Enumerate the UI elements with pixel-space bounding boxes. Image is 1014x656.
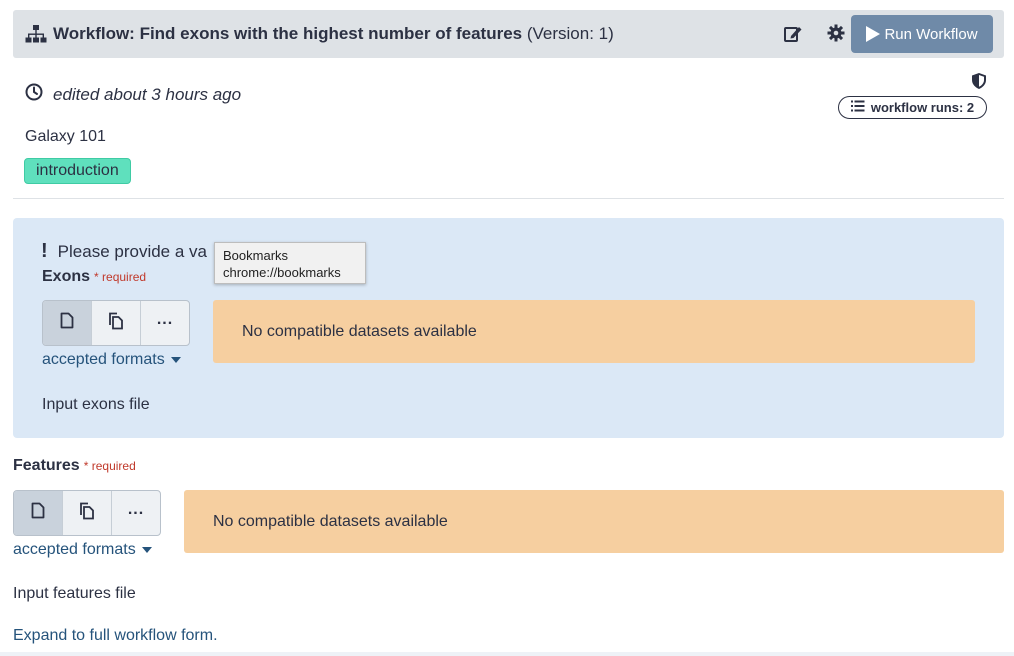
copy-icon [108, 312, 125, 335]
exons-no-data-warning: No compatible datasets available [213, 300, 975, 363]
run-workflow-button[interactable]: Run Workflow [851, 15, 993, 53]
features-no-data-warning: No compatible datasets available [184, 490, 1004, 553]
features-accepted-formats[interactable]: accepted formats [13, 541, 152, 559]
exons-accepted-formats[interactable]: accepted formats [42, 351, 181, 369]
required-text: required [91, 459, 136, 473]
no-data-text: No compatible datasets available [242, 322, 477, 340]
exclamation-icon: ! [41, 240, 48, 262]
exons-source-toggle: ... [42, 300, 190, 346]
ellipsis-icon: ... [156, 311, 174, 328]
multiple-datasets-button[interactable] [63, 491, 112, 535]
edited-text: edited about 3 hours ago [53, 84, 242, 104]
bookmarks-tooltip: Bookmarks chrome://bookmarks [214, 242, 366, 284]
exons-label: Exons * required [42, 268, 146, 286]
gear-icon[interactable] [827, 24, 849, 46]
accepted-formats-text: accepted formats [42, 351, 165, 368]
creator-name: Galaxy 101 [25, 128, 106, 145]
caret-down-icon [170, 357, 181, 363]
workflow-runs-badge[interactable]: workflow runs: 2 [838, 96, 987, 119]
edit-icon[interactable] [783, 24, 805, 46]
input-notice-text: Please provide a va [57, 241, 207, 261]
sitemap-icon [25, 24, 47, 44]
file-icon [31, 502, 45, 524]
run-workflow-label: Run Workflow [884, 25, 978, 43]
tooltip-title: Bookmarks [223, 248, 289, 263]
clock-icon [25, 83, 43, 106]
edited-info: edited about 3 hours ago [25, 83, 241, 106]
expand-full-form-link[interactable]: Expand to full workflow form. [13, 627, 218, 645]
required-marker: * required [94, 270, 147, 284]
caret-down-icon [141, 547, 152, 553]
features-label-text: Features [13, 457, 80, 474]
single-dataset-button[interactable] [43, 301, 92, 345]
workflow-version: (Version: 1) [526, 24, 614, 43]
features-label: Features * required [13, 457, 136, 475]
more-options-button[interactable]: ... [141, 301, 189, 345]
tooltip-url: chrome://bookmarks [223, 265, 341, 280]
features-help-text: Input features file [13, 585, 136, 602]
no-data-text: No compatible datasets available [213, 512, 448, 530]
bottom-edge [0, 652, 1014, 656]
required-text: required [102, 270, 147, 284]
tag-introduction[interactable]: introduction [24, 158, 131, 184]
input-notice: ! Please provide a va [41, 240, 207, 263]
copy-icon [79, 502, 96, 525]
multiple-datasets-button[interactable] [92, 301, 141, 345]
ellipsis-icon: ... [127, 501, 145, 518]
workflow-header: Workflow: Find exons with the highest nu… [13, 10, 1004, 58]
workflow-title-text: Workflow: Find exons with the highest nu… [53, 24, 523, 43]
play-icon [866, 26, 881, 42]
more-options-button[interactable]: ... [112, 491, 160, 535]
list-icon [850, 100, 865, 115]
workflow-runs-label: workflow runs: 2 [870, 100, 975, 115]
shield-icon[interactable] [971, 72, 989, 90]
exons-help-text: Input exons file [42, 396, 150, 413]
exons-label-text: Exons [42, 268, 91, 285]
divider [13, 198, 1004, 199]
workflow-title: Workflow: Find exons with the highest nu… [53, 24, 614, 44]
required-marker: * required [83, 459, 136, 473]
accepted-formats-text: accepted formats [13, 541, 136, 558]
single-dataset-button[interactable] [14, 491, 63, 535]
file-icon [60, 312, 74, 334]
features-source-toggle: ... [13, 490, 161, 536]
